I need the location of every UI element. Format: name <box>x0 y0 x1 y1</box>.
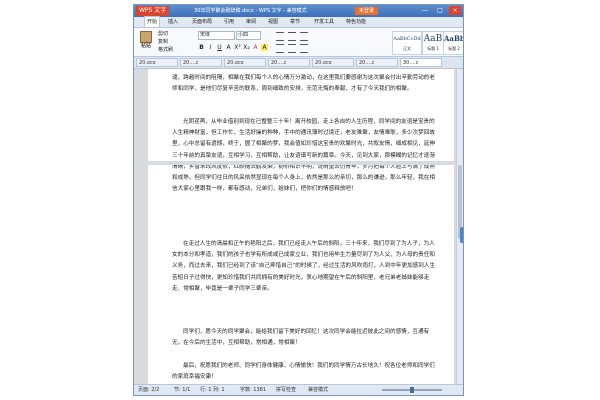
style-heading-1-sample: AaB <box>423 34 443 44</box>
doc-tab-4[interactable]: 20....c <box>268 58 310 67</box>
status-word-count: 字数: 1381 <box>240 387 266 393</box>
copy-button[interactable]: 复制 <box>158 39 168 46</box>
side-panel-toggle[interactable] <box>460 227 463 243</box>
align-left-icon[interactable] <box>276 44 284 53</box>
indent-icon[interactable] <box>300 32 308 41</box>
paragraph-tools <box>276 32 392 53</box>
status-section: 节: 1/1 <box>174 387 191 393</box>
menu-special[interactable]: 特色功能 <box>346 17 366 27</box>
style-normal[interactable]: AaBbCcDd 正文 <box>392 31 422 55</box>
page-break <box>148 161 454 165</box>
align-right-icon[interactable] <box>300 44 308 53</box>
doc-tab-2[interactable]: 20....c <box>180 58 222 67</box>
doc-tab-active[interactable]: 30....c <box>400 58 442 67</box>
menu-insert[interactable]: 插入 <box>168 17 178 27</box>
subscript-button[interactable]: X₂ <box>243 44 250 51</box>
font-size-select[interactable]: 小四 <box>236 31 261 40</box>
menu-references[interactable]: 引用 <box>224 17 234 27</box>
paragraph-4: 同学们，愿今天的同学聚会，能给我们留下美好的回忆！这次同学会能拉近彼此之间的感情… <box>172 329 430 347</box>
style-heading-2-label: 标题 2 <box>448 46 460 51</box>
format-painter-button[interactable]: 格式刷 <box>158 47 173 54</box>
maximize-icon[interactable]: □ <box>434 6 446 15</box>
status-compat-mode: 兼容模式 <box>308 387 329 393</box>
doc-tab-5[interactable]: 20.ocx <box>312 58 354 67</box>
menu-chapter[interactable]: 章节 <box>290 17 300 27</box>
status-bar: 页面: 2/2 节: 1/1 行: 1 列: 1 字数: 1381 拼写检查 兼… <box>134 384 463 395</box>
italic-button[interactable]: I <box>207 44 214 51</box>
strikethrough-button[interactable]: A <box>225 44 232 51</box>
highlight-button[interactable]: A <box>261 44 268 51</box>
style-heading-2-sample: AaBb <box>444 34 464 43</box>
cut-button[interactable]: 剪切 <box>158 31 168 38</box>
login-button[interactable]: 未登录 <box>355 7 379 15</box>
document-area: 谴、跨越时间的阻隔，相聚在我们每个人的心情万分激动，在这里我们要感谢为这次聚会付… <box>134 69 463 387</box>
paragraph-2: 光阴荏苒，从毕业借别到现在已整整三十年！离开校园，走上各自的人生历程，同学间的友… <box>172 119 435 193</box>
paste-button[interactable]: 粘贴 <box>138 31 154 53</box>
paste-label: 粘贴 <box>140 43 151 49</box>
bold-button[interactable]: B <box>198 44 205 51</box>
style-normal-sample: AaBbCcDd <box>393 36 421 42</box>
align-center-icon[interactable] <box>288 44 296 53</box>
minimize-icon[interactable]: — <box>419 6 431 15</box>
underline-button[interactable]: U <box>216 44 223 51</box>
ribbon: 粘贴 剪切 复制 格式刷 宋体 小四 B I U A X² X₂ A A AaB… <box>134 28 463 57</box>
menu-developer[interactable]: 开发工具 <box>314 17 334 27</box>
window-title: 30年同学聚会致辞稿.docx - WPS 文字 - 兼容模式 <box>194 8 307 14</box>
style-heading-1[interactable]: AaB 标题 1 <box>422 31 444 55</box>
title-bar: WPS 文字 30年同学聚会致辞稿.docx - WPS 文字 - 兼容模式 未… <box>134 5 463 17</box>
number-list-icon[interactable] <box>288 32 296 41</box>
paragraph-5: 最后，祝愿我们的老师、同学们身体健康、心情愉快！我们的同学情万古长地久！祝各位老… <box>172 363 435 381</box>
doc-tab-1[interactable]: 20.ocx <box>136 58 178 67</box>
menu-page-layout[interactable]: 页面布局 <box>192 17 212 27</box>
bullet-list-icon[interactable] <box>276 32 284 41</box>
wps-app-menu-button[interactable]: WPS 文字 <box>136 6 170 16</box>
spell-check-toggle[interactable]: 拼写检查 <box>276 385 296 395</box>
menu-bar: 开始 插入 页面布局 引用 审阅 视图 章节 开发工具 特色功能 <box>134 16 463 28</box>
menu-home[interactable]: 开始 <box>144 16 161 27</box>
style-normal-label: 正文 <box>403 46 411 51</box>
zoom-slider-handle[interactable] <box>410 387 414 393</box>
document-page[interactable]: 谴、跨越时间的阻隔，相聚在我们每个人的心情万分激动，在这里我们要感谢为这次聚会付… <box>148 69 454 387</box>
document-tab-bar: 20.ocx 20....c 20.ocx 20....c 20.ocx 20.… <box>134 57 463 69</box>
doc-tab-6[interactable]: 20....c <box>356 58 398 67</box>
wps-window: WPS 文字 30年同学聚会致辞稿.docx - WPS 文字 - 兼容模式 未… <box>133 4 464 396</box>
status-row-col: 行: 1 列: 1 <box>200 387 225 393</box>
close-icon[interactable]: × <box>449 6 461 15</box>
superscript-button[interactable]: X² <box>234 44 241 51</box>
menu-review[interactable]: 审阅 <box>246 17 256 27</box>
font-color-button[interactable]: A <box>252 44 259 51</box>
status-page: 页面: 2/2 <box>138 387 160 393</box>
paragraph-1: 谴、跨越时间的阻隔，相聚在我们每个人的心情万分激动，在这里我们要感谢为这次聚会付… <box>172 75 435 93</box>
clipboard-icon <box>140 31 152 43</box>
style-heading-2[interactable]: AaBb 标题 2 <box>443 31 464 55</box>
style-heading-1-label: 标题 1 <box>427 46 439 51</box>
paragraph-3: 在走过人生的清晨和正午的艳阳之后，我们已经走入午后的斜阳，三十年来，我们尽到了为… <box>172 241 436 292</box>
doc-tab-3[interactable]: 20.ocx <box>224 58 266 67</box>
menu-view[interactable]: 视图 <box>268 17 278 27</box>
font-name-select[interactable]: 宋体 <box>198 31 235 40</box>
